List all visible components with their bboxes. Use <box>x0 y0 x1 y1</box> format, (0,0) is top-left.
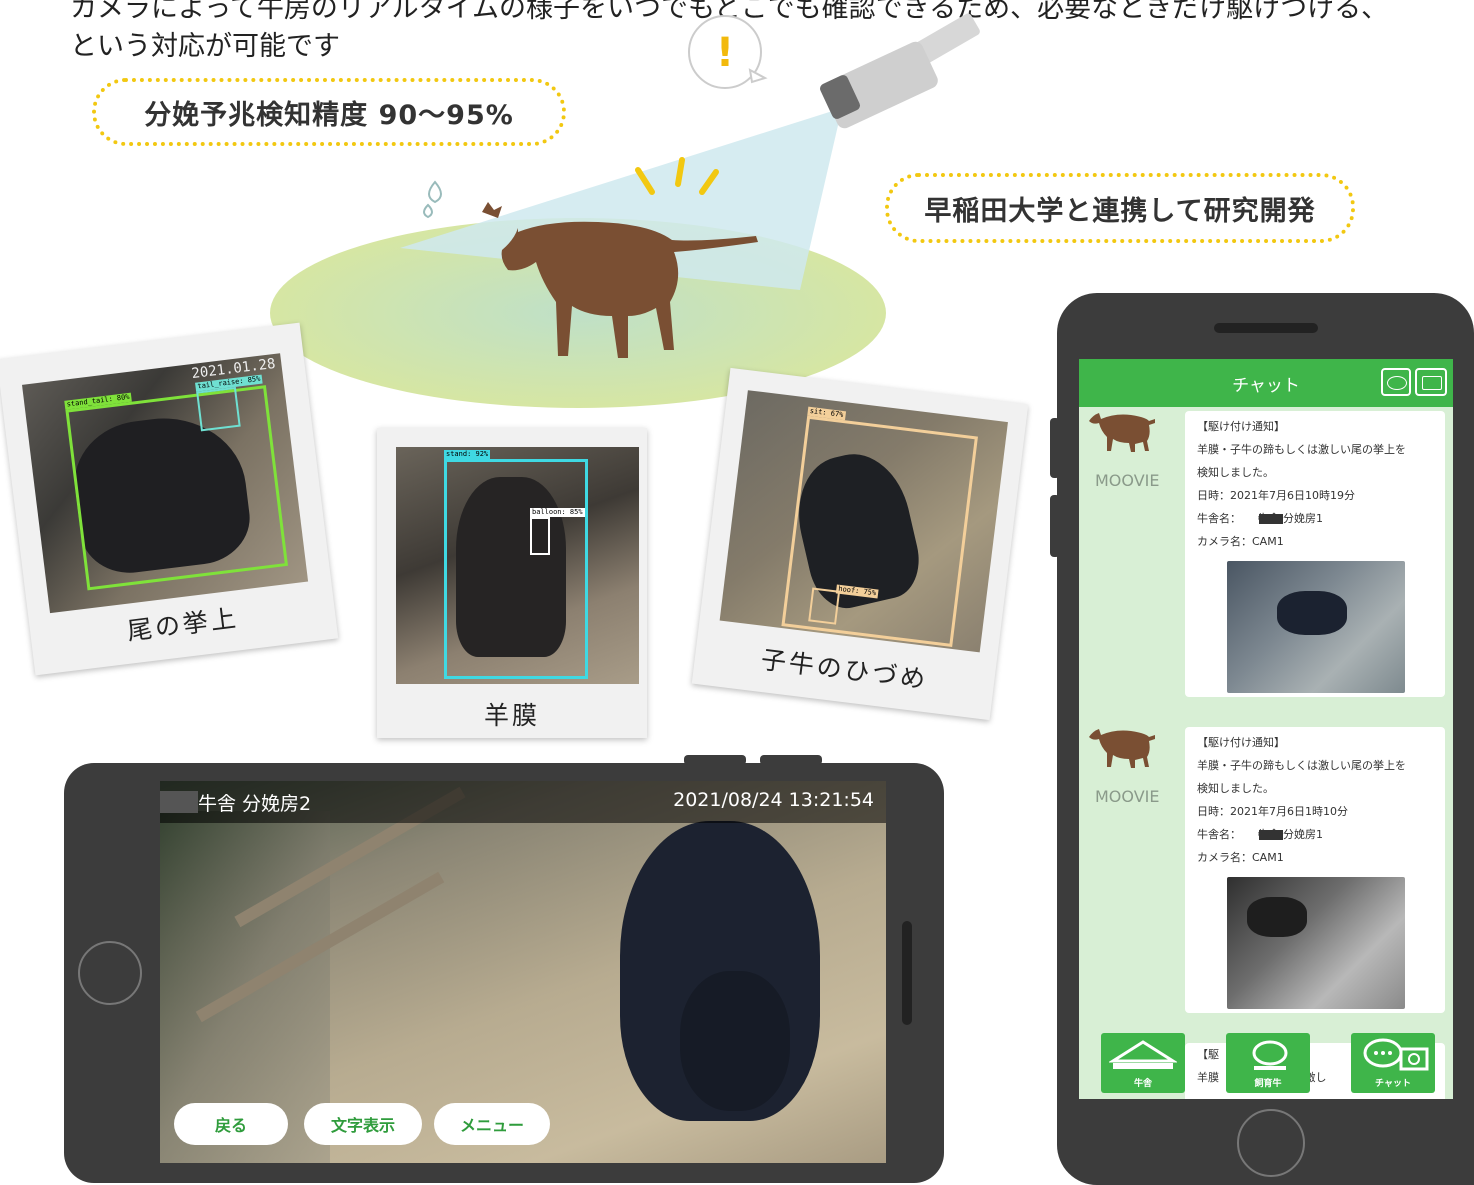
detection-box-balloon <box>530 517 550 555</box>
chat-message: MOOVIE 【駆け付け通知】 羊膜・子牛の蹄もしくは激しい尾の挙上を 検知しま… <box>1079 407 1453 707</box>
moovie-cow-icon <box>1089 413 1155 452</box>
barn-icon <box>1109 1040 1177 1069</box>
photo-calf-hoof: sit: 67% hoof: 75% 子牛のひづめ <box>691 367 1029 721</box>
chat-title: チャット <box>1232 375 1300 396</box>
message-bubble: 【駆け付け通知】 羊膜・子牛の蹄もしくは激しい尾の挙上を 検知しました。 日時：… <box>1185 411 1445 697</box>
message-body-2: 検知しました。 <box>1197 466 1274 479</box>
camera-icon[interactable] <box>1415 368 1447 396</box>
alert-bubble-icon: ! <box>688 15 768 89</box>
nav-barn-button[interactable]: 牛舎 <box>1101 1033 1185 1093</box>
chat-header: チャット <box>1079 359 1453 407</box>
masked-barn-name <box>1259 830 1283 840</box>
phone-side-button <box>760 755 822 765</box>
chat-screen: チャット MOOVIE 【駆け付け通知】 羊膜・子牛の蹄もしくは激しい尾の挙上を… <box>1079 359 1453 1099</box>
security-camera-icon <box>820 13 980 129</box>
home-button[interactable] <box>78 941 142 1005</box>
speaker-slot <box>902 921 912 1025</box>
sweat-drop-icon <box>423 180 442 219</box>
earpiece <box>1214 323 1318 333</box>
phone-side-button <box>1050 495 1060 557</box>
nav-chat-button[interactable]: チャット <box>1351 1033 1435 1093</box>
photo-tail-raise: 2021.01.28 stand_tail: 80% tail_raise: 8… <box>0 322 339 676</box>
chat-message: MOOVIE 【駆け付け通知】 羊膜・子牛の蹄もしくは激しい尾の挙上を 検知しま… <box>1079 723 1453 1023</box>
detection-box-stand-tail <box>65 385 289 591</box>
message-datetime: 日時：2021年7月6日1時10分 <box>1197 805 1348 818</box>
nav-chat-label: チャット <box>1375 1079 1411 1089</box>
photo-caption-amnion: 羊膜 <box>483 701 540 730</box>
camera-location-label: 牛舎 分娩房2 <box>198 793 312 815</box>
cow-head-in-feed <box>680 971 790 1111</box>
message-body-1: 羊膜・子牛の蹄もしくは激しい尾の挙上を <box>1197 443 1406 456</box>
photo-amnion: stand: 92% balloon: 85% 羊膜 <box>377 428 647 738</box>
camera-illustration: ! <box>270 13 980 408</box>
portrait-phone: チャット MOOVIE 【駆け付け通知】 羊膜・子牛の蹄もしくは激しい尾の挙上を… <box>1050 293 1474 1185</box>
message-snapshot[interactable] <box>1227 877 1405 1009</box>
phone-side-button <box>684 755 746 765</box>
detection-box-stand <box>444 459 588 679</box>
masked-name-block <box>160 791 198 813</box>
nav-cattle-button[interactable]: 飼育牛 <box>1226 1033 1310 1093</box>
detection-label-stand: stand: 92% <box>444 450 491 459</box>
live-camera-feed: 牛舎 分娩房2 2021/08/24 13:21:54 戻る 文字表示 メニュー <box>160 781 886 1163</box>
message-camera: カメラ名：CAM1 <box>1197 535 1284 548</box>
menu-button[interactable]: メニュー <box>434 1103 550 1145</box>
alert-mark: ! <box>716 30 734 76</box>
sender-label: MOOVIE <box>1095 471 1160 490</box>
message-datetime: 日時：2021年7月6日10時19分 <box>1197 489 1355 502</box>
amnion-image: stand: 92% balloon: 85% <box>396 447 639 684</box>
message-body-2: 検知しました。 <box>1197 782 1274 795</box>
message-barn: 牛舎名： 牛舎 分娩房1 <box>1197 512 1323 525</box>
text-display-button[interactable]: 文字表示 <box>304 1103 422 1145</box>
message-barn: 牛舎名： 牛舎 分娩房1 <box>1197 828 1323 841</box>
moovie-cow-icon <box>1089 729 1155 768</box>
message-type: 【駆け付け通知】 <box>1197 420 1285 433</box>
camera-control-buttons: 戻る 文字表示 メニュー <box>174 1103 574 1145</box>
landscape-phone: 牛舎 分娩房2 2021/08/24 13:21:54 戻る 文字表示 メニュー <box>64 755 944 1183</box>
calf-hoof-image: sit: 67% hoof: 75% <box>719 390 1008 653</box>
chat-camera-icon <box>1363 1038 1429 1071</box>
message-snapshot[interactable] <box>1227 561 1405 693</box>
message-type: 【駆け付け通知】 <box>1197 736 1285 749</box>
camera-datetime-label: 2021/08/24 13:21:54 <box>673 789 874 811</box>
cattle-icon <box>1252 1040 1288 1070</box>
message-body-1: 羊膜・子牛の蹄もしくは激しい尾の挙上を <box>1197 759 1406 772</box>
detection-label-balloon: balloon: 85% <box>530 508 585 517</box>
message-camera: カメラ名：CAM1 <box>1197 851 1284 864</box>
tail-raise-image: 2021.01.28 stand_tail: 80% tail_raise: 8… <box>22 353 309 614</box>
sender-label: MOOVIE <box>1095 787 1160 806</box>
back-button[interactable]: 戻る <box>174 1103 288 1145</box>
phone-side-button <box>1050 418 1060 478</box>
chat-bubble-icon[interactable] <box>1381 368 1411 396</box>
home-button[interactable] <box>1237 1109 1305 1177</box>
masked-barn-name <box>1259 514 1283 524</box>
message-bubble: 【駆け付け通知】 羊膜・子牛の蹄もしくは激しい尾の挙上を 検知しました。 日時：… <box>1185 727 1445 1013</box>
nav-cattle-label: 飼育牛 <box>1254 1079 1282 1089</box>
nav-barn-label: 牛舎 <box>1133 1079 1152 1089</box>
detection-box-tail-raise <box>196 386 241 432</box>
